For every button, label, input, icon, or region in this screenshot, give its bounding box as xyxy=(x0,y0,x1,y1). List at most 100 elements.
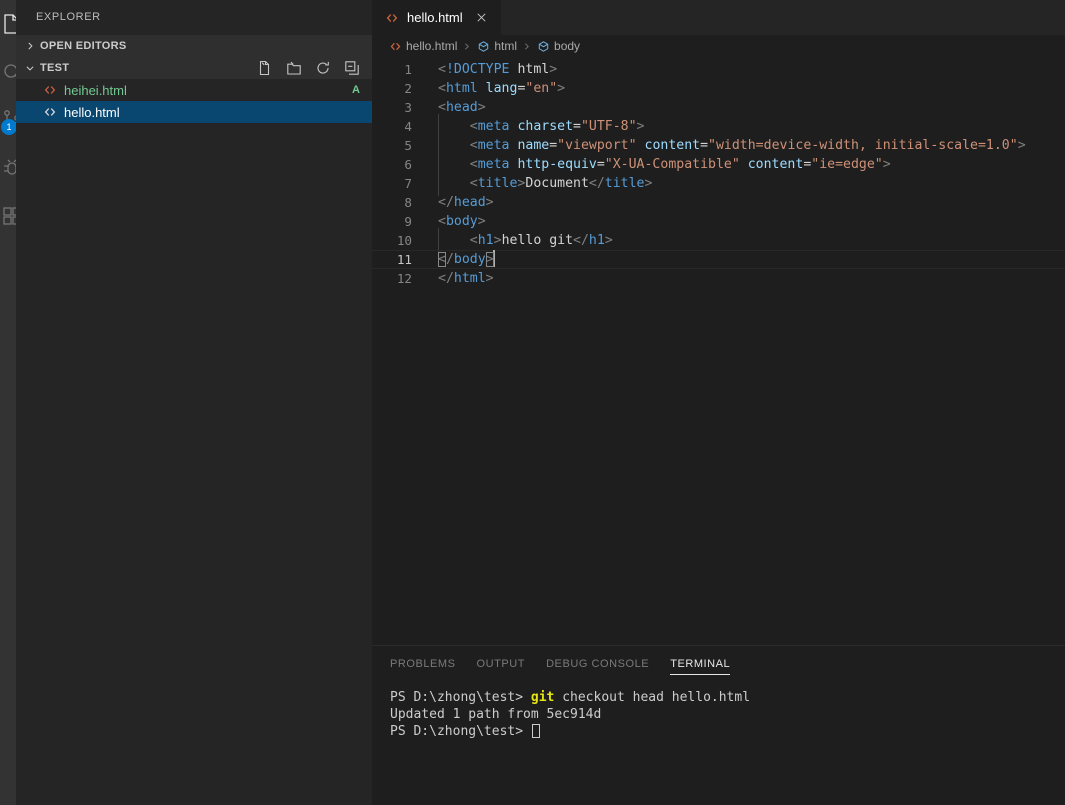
code-token: < xyxy=(469,138,478,153)
code-line[interactable]: 7 <title>Document</title> xyxy=(372,171,1065,196)
panel-tab-output[interactable]: OUTPUT xyxy=(477,646,526,681)
code-token: > xyxy=(644,176,653,191)
collapse-all-icon[interactable] xyxy=(344,60,360,76)
search-icon xyxy=(0,60,16,84)
panel-tab-debug-console[interactable]: DEBUG CONSOLE xyxy=(546,646,649,681)
panel-tab-terminal[interactable]: TERMINAL xyxy=(670,646,731,681)
code-line[interactable]: 12 </html> xyxy=(372,269,1065,288)
code-lines: 1 <!DOCTYPE html> 2 <html lang="en"> 3 <head>… xyxy=(372,57,1065,288)
code-editor[interactable]: 1 <!DOCTYPE html> 2 <html lang="en"> 3 <head>… xyxy=(372,57,1065,645)
code-line[interactable]: 6 <meta http-equiv="X-UA-Compatible" con… xyxy=(372,152,1065,177)
code-token: < xyxy=(469,119,478,134)
code-line[interactable]: 5 <meta name="viewport" content="width=d… xyxy=(372,133,1065,158)
code-token: </ xyxy=(438,271,454,286)
line-content: </body> xyxy=(438,250,495,269)
code-token: </ xyxy=(588,176,605,191)
file-tree-item-hello[interactable]: hello.html xyxy=(16,101,372,123)
line-content: <html lang="en"> xyxy=(438,79,565,98)
editor-tab-hello-html[interactable]: hello.html xyxy=(372,0,501,35)
section-header-open-editors[interactable]: OPEN EDITORS xyxy=(16,35,372,57)
chevron-right-icon xyxy=(517,42,536,51)
extensions-icon xyxy=(0,204,16,228)
terminal-line: Updated 1 path from 5ec914d xyxy=(390,706,1065,723)
code-token: > xyxy=(604,233,613,248)
code-line[interactable]: 1 <!DOCTYPE html> xyxy=(372,60,1065,79)
code-token: = xyxy=(549,138,558,153)
breadcrumb-item-html[interactable]: html xyxy=(476,39,517,53)
line-number: 10 xyxy=(396,233,412,248)
line-content: <meta charset="UTF-8"> xyxy=(438,114,645,139)
breadcrumb-item-file[interactable]: hello.html xyxy=(388,39,457,53)
line-number: 11 xyxy=(396,252,412,267)
activity-bar-item-search[interactable] xyxy=(0,48,16,96)
close-icon[interactable] xyxy=(473,9,491,27)
code-token: > xyxy=(485,195,494,210)
code-line[interactable]: 2 <html lang="en"> xyxy=(372,79,1065,98)
chevron-down-icon xyxy=(22,60,38,76)
breadcrumb-item-body[interactable]: body xyxy=(536,39,580,53)
line-content: <h1>hello git</h1> xyxy=(438,228,613,253)
code-line[interactable]: 4 <meta charset="UTF-8"> xyxy=(372,114,1065,139)
code-token: charset xyxy=(517,119,574,134)
git-status-badge: A xyxy=(352,84,360,96)
code-token: / xyxy=(445,252,454,267)
code-token: = xyxy=(596,157,605,172)
activity-bar-item-extensions[interactable] xyxy=(0,192,16,240)
line-number: 1 xyxy=(404,62,412,77)
code-token: < xyxy=(469,233,478,248)
activity-bar-item-run-and-debug[interactable] xyxy=(0,144,16,192)
line-content: </html> xyxy=(438,269,494,288)
activity-bar-item-explorer[interactable] xyxy=(0,0,16,48)
file-tree-item-heihei[interactable]: heihei.html A xyxy=(16,79,372,101)
line-number: 6 xyxy=(404,157,412,172)
indent-guide xyxy=(438,114,470,139)
breadcrumb-label: html xyxy=(494,39,518,53)
code-token: "viewport" xyxy=(557,138,637,153)
line-content: <meta name="viewport" content="width=dev… xyxy=(438,133,1026,158)
code-token: > xyxy=(493,233,502,248)
code-token: > xyxy=(636,119,645,134)
activity-bar-item-source-control[interactable]: 1 xyxy=(0,96,16,144)
code-token: = xyxy=(700,138,709,153)
code-token: < xyxy=(438,100,446,115)
text-cursor xyxy=(492,250,495,267)
code-token: lang xyxy=(485,81,518,96)
code-line[interactable]: 9 <body> xyxy=(372,212,1065,231)
panel-tab-problems[interactable]: PROBLEMS xyxy=(390,646,456,681)
code-token: head xyxy=(453,195,486,210)
code-token: h1 xyxy=(588,233,605,248)
code-line[interactable]: 8 </head> xyxy=(372,193,1065,212)
new-folder-icon[interactable] xyxy=(286,60,302,76)
source-control-badge: 1 xyxy=(1,119,16,135)
new-file-icon[interactable] xyxy=(257,60,273,76)
code-token: hello git xyxy=(501,233,574,248)
code-line[interactable]: 11 </body> xyxy=(372,250,1065,269)
code-token: < xyxy=(469,157,478,172)
code-token: "en" xyxy=(525,81,558,96)
terminal-command-keyword: git xyxy=(530,690,555,705)
code-line[interactable]: 3 <head> xyxy=(372,98,1065,117)
terminal-cursor xyxy=(531,724,540,738)
tab-label: hello.html xyxy=(407,10,463,25)
line-content: <title>Document</title> xyxy=(438,171,653,196)
code-token: title xyxy=(604,176,645,191)
code-token: > xyxy=(1017,138,1026,153)
code-line[interactable]: 10 <h1>hello git</h1> xyxy=(372,228,1065,253)
breadcrumb-label: body xyxy=(554,39,581,53)
code-token: html xyxy=(517,62,550,77)
breadcrumb-label: hello.html xyxy=(406,39,458,53)
vscode-window: 1 EXPLORER OPEN EDITORS TEST heihei.html… xyxy=(0,0,1065,805)
line-content: <!DOCTYPE html> xyxy=(438,60,557,79)
explorer-sidebar: EXPLORER OPEN EDITORS TEST heihei.html A… xyxy=(16,0,372,805)
line-number: 5 xyxy=(404,138,412,153)
refresh-icon[interactable] xyxy=(315,60,331,76)
code-token: html xyxy=(453,271,486,286)
code-token: < xyxy=(438,252,446,267)
terminal-output[interactable]: PS D:\zhong\test> git checkout head hell… xyxy=(372,681,1065,805)
section-header-test[interactable]: TEST xyxy=(16,57,372,79)
line-number: 2 xyxy=(404,81,412,96)
code-token: content xyxy=(747,157,804,172)
line-content: <body> xyxy=(438,212,486,231)
indent-guide xyxy=(438,171,470,196)
file-tree: heihei.html A hello.html xyxy=(16,79,372,123)
